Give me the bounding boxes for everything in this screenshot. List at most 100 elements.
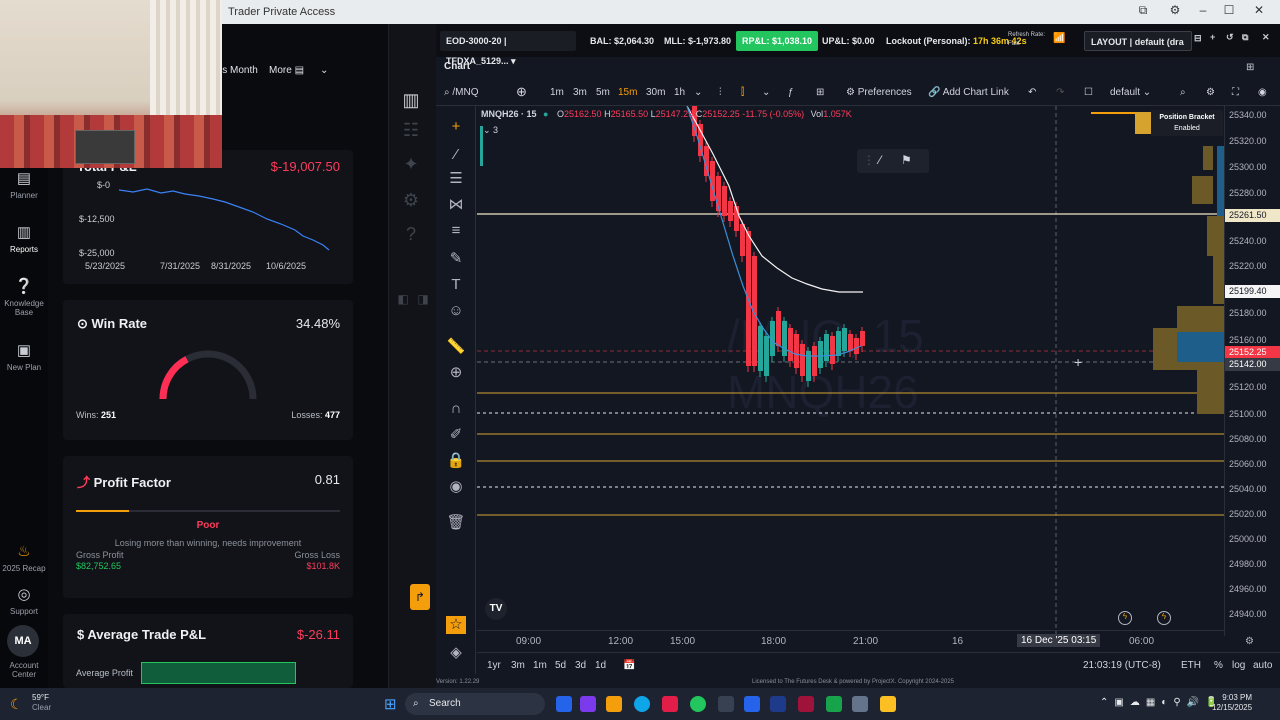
tf-5m[interactable]: 5m	[596, 87, 610, 98]
weather-widget[interactable]: 59°F Clear	[32, 693, 51, 713]
price-axis[interactable]: 25340.00 25320.00 25300.00 25280.00 2526…	[1224, 106, 1280, 636]
settings-icon[interactable]: ⚙	[1206, 87, 1215, 98]
crosshair-icon[interactable]: +	[446, 118, 466, 136]
undo-icon[interactable]: ↶	[1028, 87, 1036, 98]
close-layout-icon[interactable]: ✕	[1262, 32, 1270, 43]
bar-type-icon[interactable]: ⫶	[719, 87, 722, 98]
tradingview-logo[interactable]: TV	[485, 598, 507, 620]
chevron-down-icon[interactable]: ⌄	[694, 87, 702, 98]
teams-icon[interactable]	[580, 696, 596, 712]
lines-icon[interactable]: ☰	[446, 170, 466, 188]
minimize-button[interactable]: –	[1190, 3, 1216, 21]
maximize-button[interactable]: ☐	[1216, 3, 1242, 21]
layout-menu-icon[interactable]: ⊟	[1194, 33, 1202, 44]
brush-icon[interactable]: ✎	[446, 250, 466, 268]
nav-new-plan[interactable]: ▣ New Plan	[0, 342, 48, 372]
lock-icon[interactable]: 🔒	[446, 452, 466, 470]
more-button[interactable]: More ▤	[269, 65, 304, 76]
add-chart-link-button[interactable]: 🔗 Add Chart Link	[928, 87, 1009, 98]
event-bolt-icon[interactable]: ϟ	[1157, 611, 1171, 625]
nav-planner[interactable]: ▤ Planner	[0, 170, 48, 200]
app-icon-3[interactable]	[826, 696, 842, 712]
range-1d[interactable]: 1d	[595, 660, 606, 671]
trendline-icon[interactable]: ⁄	[446, 146, 466, 164]
calendar-icon[interactable]: 📅	[623, 660, 635, 671]
tf-30m[interactable]: 30m	[646, 87, 665, 98]
position-bracket-label[interactable]: Position Bracket Enabled	[1151, 110, 1223, 136]
indicator-toggle[interactable]: ⌄ 3	[483, 125, 498, 136]
event-bolt-icon[interactable]: ϟ	[1118, 611, 1132, 625]
star-icon[interactable]: ☆	[446, 616, 466, 634]
account-select[interactable]: EOD-3000-20 | TFDXA_5129... ▾	[440, 31, 576, 66]
app-icon-2[interactable]	[798, 696, 814, 712]
time-axis[interactable]: 09:00 12:00 15:00 18:00 21:00 16 16 Dec …	[477, 630, 1254, 652]
avatar[interactable]: MA	[7, 625, 39, 657]
preferences-button[interactable]: ⚙ Preferences	[846, 87, 912, 98]
indicators-icon[interactable]: ƒ	[788, 87, 794, 98]
taskbar-search[interactable]: ⌕ Search	[405, 693, 545, 715]
chevron-down-icon[interactable]: ⌄	[762, 87, 770, 98]
nav-reports[interactable]: ▥ Reports	[0, 224, 48, 254]
windows-start-icon[interactable]: ⊞	[384, 695, 397, 713]
undo-layout-icon[interactable]: ↺	[1226, 32, 1234, 43]
flag-icon[interactable]: ⚑	[901, 153, 912, 167]
fullscreen-icon[interactable]: ⛶	[1232, 87, 1239, 98]
settings-small-icon[interactable]: ⚙	[1162, 3, 1188, 21]
taskbar-clock[interactable]: 9:03 PM 12/15/2025	[1212, 693, 1252, 713]
range-1m[interactable]: 1m	[533, 660, 547, 671]
eye-icon[interactable]: ◉	[446, 478, 466, 496]
calculator-icon[interactable]	[852, 696, 868, 712]
this-month-button[interactable]: is Month	[220, 65, 258, 76]
app-icon-4[interactable]	[880, 696, 896, 712]
edge-icon[interactable]	[634, 696, 650, 712]
range-5d[interactable]: 5d	[555, 660, 566, 671]
auto-toggle[interactable]: auto	[1253, 660, 1272, 671]
file-explorer-icon[interactable]	[606, 696, 622, 712]
chrome-icon[interactable]	[690, 696, 706, 712]
close-button[interactable]: ✕	[1246, 3, 1272, 21]
tf-1m[interactable]: 1m	[550, 87, 564, 98]
tf-15m[interactable]: 15m	[618, 87, 637, 98]
nav-knowledge-base[interactable]: ❔ Knowledge Base	[0, 278, 48, 317]
zoom-in-icon[interactable]: ⊕	[446, 364, 466, 382]
layers-icon[interactable]: ◈	[446, 644, 466, 662]
templates-icon[interactable]: ⊞	[816, 87, 824, 98]
lock-draw-icon[interactable]: ✐	[446, 426, 466, 444]
magnet-icon[interactable]: ∩	[446, 400, 466, 418]
tf-1h[interactable]: 1h	[674, 87, 685, 98]
fib-icon[interactable]: ≡	[446, 222, 466, 240]
tf-3m[interactable]: 3m	[573, 87, 587, 98]
log-toggle[interactable]: log	[1232, 660, 1245, 671]
compare-icon[interactable]: ⊕	[516, 84, 527, 100]
pitchfork-icon[interactable]: ⋈	[446, 196, 466, 214]
mail-icon[interactable]	[744, 696, 760, 712]
terminal-icon[interactable]	[718, 696, 734, 712]
zoom-icon[interactable]: ⌕	[1180, 87, 1186, 98]
price-chart[interactable]: /MNQ, 15 MNQH26 MNQH26 · 15 ● O25162.50 …	[477, 106, 1224, 636]
range-3m[interactable]: 3m	[511, 660, 525, 671]
candle-type-icon[interactable]: ⫿	[741, 87, 744, 98]
axis-settings-icon[interactable]: ⚙	[1245, 636, 1254, 647]
percent-toggle[interactable]: %	[1214, 660, 1223, 671]
add-widget-icon[interactable]: ⊞	[1246, 62, 1254, 73]
nav-2025-recap[interactable]: ♨ 2025 Recap	[0, 543, 48, 573]
square-icon[interactable]: ☐	[1084, 87, 1093, 98]
layout-select[interactable]: LAYOUT | default (dra	[1084, 31, 1192, 51]
trash-icon[interactable]: 🗑	[446, 514, 466, 532]
camera-icon[interactable]: ◉	[1258, 87, 1267, 98]
session-ETH[interactable]: ETH	[1181, 660, 1201, 671]
range-1yr[interactable]: 1yr	[487, 660, 501, 671]
template-select[interactable]: default ⌄	[1110, 87, 1151, 98]
nav-support[interactable]: ◎ Support	[0, 586, 48, 616]
picture-icon[interactable]: ⧉	[1130, 3, 1156, 21]
line-tool-icon[interactable]: ⁄	[879, 153, 881, 167]
redo-icon[interactable]: ↷	[1056, 87, 1064, 98]
app-icon[interactable]	[770, 696, 786, 712]
emoji-icon[interactable]: ☺	[446, 302, 466, 320]
range-3d[interactable]: 3d	[575, 660, 586, 671]
copilot-icon[interactable]	[662, 696, 678, 712]
system-tray-icons[interactable]: ⌃▣☁▦◐⚲🔊🔋	[1100, 697, 1224, 708]
chevron-down-icon[interactable]: ⌄	[320, 65, 328, 76]
task-view-icon[interactable]	[556, 696, 572, 712]
popout-icon[interactable]: ⧉	[1242, 32, 1248, 43]
